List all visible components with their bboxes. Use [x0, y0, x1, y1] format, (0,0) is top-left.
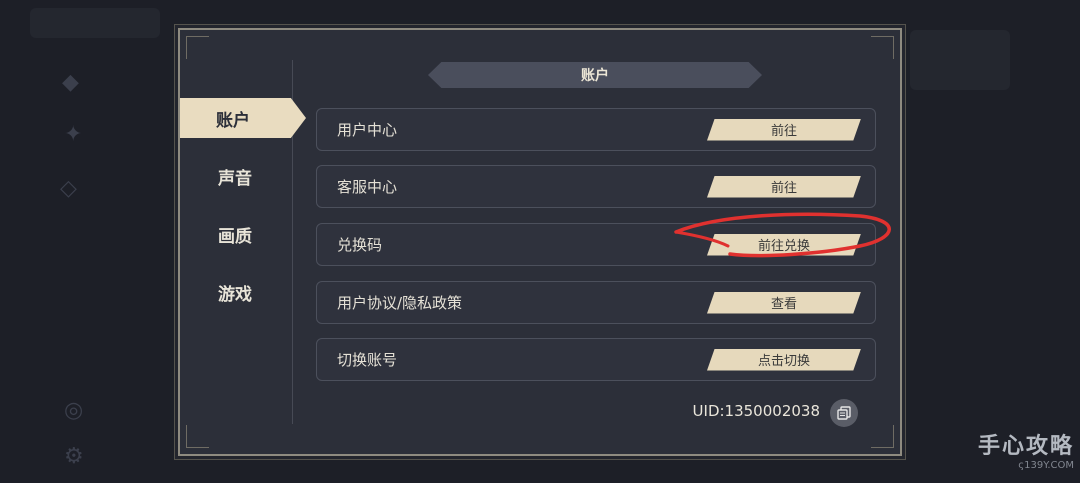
section-title: 账户 — [581, 68, 609, 84]
go-button[interactable]: 前往 — [707, 118, 861, 141]
tab-label: 账户 — [216, 110, 250, 131]
background-icon: ✦ — [64, 122, 83, 147]
background-banner — [910, 30, 1010, 90]
frame-corner — [186, 36, 209, 59]
redeem-button[interactable]: 前往兑换 — [707, 233, 861, 256]
background-icon: ◆ — [62, 70, 79, 95]
copy-uid-button[interactable] — [830, 399, 858, 427]
background-icon: ◎ — [64, 398, 84, 423]
row-user-agreement: 用户协议/隐私政策 查看 — [316, 281, 876, 324]
row-label: 用户中心 — [337, 121, 398, 139]
tab-graphics[interactable]: 画质 — [180, 214, 290, 254]
frame-corner — [871, 36, 894, 59]
tab-sound[interactable]: 声音 — [180, 156, 290, 196]
uid-text: UID:1350002038 — [692, 402, 820, 420]
tab-label: 画质 — [218, 226, 252, 247]
section-header: 账户 — [428, 62, 762, 88]
tab-label: 游戏 — [218, 284, 252, 305]
watermark-logo: 手心攻略 — [977, 434, 1074, 459]
switch-account-button[interactable]: 点击切换 — [707, 348, 861, 371]
row-redeem-code: 兑换码 前往兑换 — [316, 223, 876, 266]
watermark: 手心攻略 ς139Y.COM — [978, 428, 1074, 471]
background-banner — [30, 8, 160, 38]
go-button[interactable]: 前往 — [707, 175, 861, 198]
row-switch-account: 切换账号 点击切换 — [316, 338, 876, 381]
frame-corner — [871, 425, 894, 448]
settings-dialog: 账户 声音 画质 游戏 账户 用户中心 前往 客服中心 前往 兑换码 前往兑换 … — [178, 28, 902, 456]
row-label: 用户协议/隐私政策 — [337, 294, 463, 312]
row-customer-service: 客服中心 前往 — [316, 165, 876, 208]
watermark-url: ς139Y.COM — [1018, 460, 1074, 471]
row-user-center: 用户中心 前往 — [316, 108, 876, 151]
tab-account[interactable]: 账户 — [180, 98, 306, 138]
row-label: 切换账号 — [337, 351, 398, 369]
frame-corner — [186, 425, 209, 448]
background-icon: ⚙ — [64, 444, 84, 469]
view-button[interactable]: 查看 — [707, 291, 861, 314]
row-label: 兑换码 — [337, 236, 383, 254]
copy-icon — [837, 406, 851, 420]
tab-label: 声音 — [218, 168, 252, 189]
row-label: 客服中心 — [337, 178, 398, 196]
tab-game[interactable]: 游戏 — [180, 272, 290, 312]
background-icon: ◇ — [60, 176, 77, 201]
